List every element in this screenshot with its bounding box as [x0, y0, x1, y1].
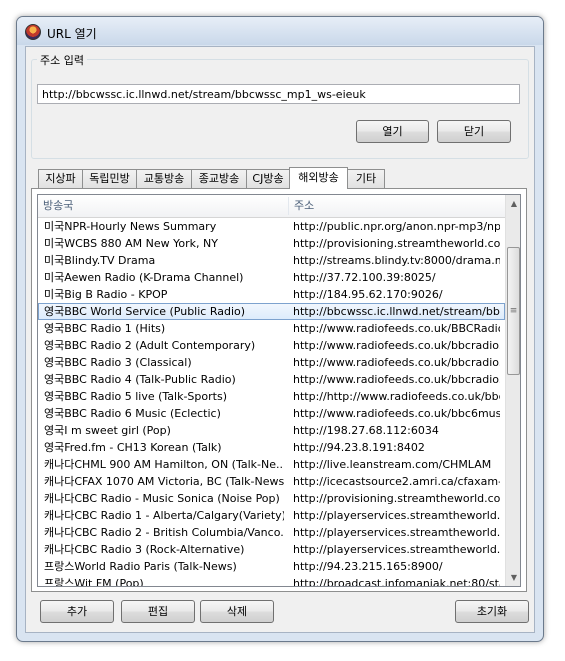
station-url: http://http://www.radiofeeds.co.uk/bbc..…: [293, 390, 500, 403]
column-header-station[interactable]: 방송국: [38, 195, 288, 217]
list-item[interactable]: 캐나다CBC Radio - Music Sonica (Noise Pop) h…: [38, 490, 505, 507]
edit-button[interactable]: 편집: [121, 600, 195, 623]
station-list[interactable]: 방송국 주소 미국NPR-Hourly News Summary http://p…: [37, 194, 521, 587]
window-title: URL 열기: [47, 27, 97, 41]
list-item[interactable]: 미국Blindy.TV Drama http://streams.blindy.t…: [38, 252, 505, 269]
station-name: 영국BBC World Service (Public Radio): [44, 305, 246, 318]
station-url: http://184.95.62.170:9026/: [293, 288, 443, 301]
list-item[interactable]: 캐나다CBC Radio 2 - British Columbia/Vanco.…: [38, 524, 505, 541]
list-item[interactable]: 미국Aewen Radio (K-Drama Channel) http://37…: [38, 269, 505, 286]
station-name: 영국Fred.fm - CH13 Korean (Talk): [44, 441, 222, 454]
station-name: 미국WCBS 880 AM New York, NY: [44, 237, 218, 250]
station-name: 영국BBC Radio 4 (Talk-Public Radio): [44, 373, 236, 386]
close-button[interactable]: 닫기: [437, 120, 511, 143]
address-group-label: 주소 입력: [37, 52, 87, 68]
station-url: http://live.leanstream.com/CHMLAM: [293, 458, 492, 471]
list-item[interactable]: 영국BBC Radio 6 Music (Eclectic) http://www…: [38, 405, 505, 422]
list-rows: 미국NPR-Hourly News Summary http://public.n…: [38, 218, 505, 587]
url-input[interactable]: [37, 84, 520, 104]
list-item[interactable]: 영국BBC Radio 4 (Talk-Public Radio) http://…: [38, 371, 505, 388]
tab-independent[interactable]: 독립민방: [82, 169, 137, 188]
list-item[interactable]: 영국BBC Radio 3 (Classical) http://www.radi…: [38, 354, 505, 371]
list-item[interactable]: 캐나다CHML 900 AM Hamilton, ON (Talk-Ne... h…: [38, 456, 505, 473]
station-url: http://94.23.8.191:8402: [293, 441, 425, 454]
station-name: 프랑스World Radio Paris (Talk-News): [44, 560, 237, 573]
tab-cj[interactable]: CJ방송: [246, 169, 290, 188]
tab-terrestrial[interactable]: 지상파: [38, 169, 83, 188]
station-name: 캐나다CFAX 1070 AM Victoria, BC (Talk-News): [44, 475, 284, 488]
list-item[interactable]: 영국BBC Radio 1 (Hits) http://www.radiofeed…: [38, 320, 505, 337]
station-url: http://37.72.100.39:8025/: [293, 271, 436, 284]
tab-traffic[interactable]: 교통방송: [136, 169, 192, 188]
list-item[interactable]: 미국NPR-Hourly News Summary http://public.n…: [38, 218, 505, 235]
station-name: 미국Aewen Radio (K-Drama Channel): [44, 271, 244, 284]
list-item[interactable]: 캐나다CBC Radio 3 (Rock-Alternative) http://…: [38, 541, 505, 558]
reset-button[interactable]: 초기화: [455, 600, 529, 623]
station-name: 영국BBC Radio 2 (Adult Contemporary): [44, 339, 256, 352]
station-name: 영국BBC Radio 1 (Hits): [44, 322, 166, 335]
list-item[interactable]: 캐나다CBC Radio 1 - Alberta/Calgary(Variety…: [38, 507, 505, 524]
station-url: http://www.radiofeeds.co.uk/bbcradio...: [293, 356, 500, 369]
station-name: 캐나다CBC Radio - Music Sonica (Noise Pop): [44, 492, 280, 505]
station-name: 영국BBC Radio 6 Music (Eclectic): [44, 407, 221, 420]
station-name: 영국BBC Radio 3 (Classical): [44, 356, 192, 369]
station-url: http://playerservices.streamtheworld.c..…: [293, 509, 500, 522]
list-item[interactable]: 미국Big B Radio - KPOP http://184.95.62.170…: [38, 286, 505, 303]
station-name: 캐나다CBC Radio 1 - Alberta/Calgary(Variety…: [44, 509, 284, 522]
station-url: http://bbcwssc.ic.llnwd.net/stream/bbc..…: [293, 305, 500, 318]
station-url: http://streams.blindy.tv:8000/drama.m...: [293, 254, 500, 267]
station-url: http://provisioning.streamtheworld.co...: [293, 492, 500, 505]
address-group: 주소 입력 열기 닫기: [31, 52, 529, 159]
station-url: http://provisioning.streamtheworld.co...: [293, 237, 500, 250]
tab-overseas[interactable]: 해외방송: [289, 167, 348, 189]
list-item[interactable]: 프랑스Wit FM (Pop) http://broadcast.infomani…: [38, 575, 505, 587]
station-url: http://www.radiofeeds.co.uk/BBCRadio...: [293, 322, 500, 335]
scroll-thumb[interactable]: ≡: [507, 247, 520, 375]
list-item[interactable]: 영국Fred.fm - CH13 Korean (Talk) http://94.…: [38, 439, 505, 456]
station-url: http://www.radiofeeds.co.uk/bbcradio...: [293, 373, 500, 386]
tab-religious[interactable]: 종교방송: [191, 169, 247, 188]
station-url: http://playerservices.streamtheworld.c..…: [293, 526, 500, 539]
station-url: http://94.23.215.165:8900/: [293, 560, 443, 573]
dialog-client-area: 주소 입력 열기 닫기 지상파 독립민방 교통방송 종교방송 CJ방송 해외방송…: [25, 46, 535, 633]
list-item[interactable]: 영국BBC Radio 2 (Adult Contemporary) http:/…: [38, 337, 505, 354]
url-open-dialog: URL 열기 주소 입력 열기 닫기 지상파 독립민방 교통방송 종교방송 CJ…: [16, 16, 544, 642]
station-name: 캐나다CHML 900 AM Hamilton, ON (Talk-Ne...: [44, 458, 284, 471]
list-item[interactable]: 미국WCBS 880 AM New York, NY http://provisi…: [38, 235, 505, 252]
vertical-scrollbar[interactable]: ▲ ≡ ▼: [505, 195, 520, 586]
list-item[interactable]: 영국BBC World Service (Public Radio) http:/…: [38, 303, 505, 320]
station-name: 미국Big B Radio - KPOP: [44, 288, 168, 301]
tab-other[interactable]: 기타: [347, 169, 385, 188]
station-name: 캐나다CBC Radio 3 (Rock-Alternative): [44, 543, 245, 556]
station-url: http://playerservices.streamtheworld.c..…: [293, 543, 500, 556]
open-button[interactable]: 열기: [356, 120, 429, 143]
station-name: 프랑스Wit FM (Pop): [44, 577, 144, 587]
list-item[interactable]: 캐나다CFAX 1070 AM Victoria, BC (Talk-News)…: [38, 473, 505, 490]
station-name: 미국Blindy.TV Drama: [44, 254, 156, 267]
add-button[interactable]: 추가: [40, 600, 114, 623]
station-name: 영국I m sweet girl (Pop): [44, 424, 171, 437]
list-item[interactable]: 영국BBC Radio 5 live (Talk-Sports) http://h…: [38, 388, 505, 405]
scroll-down-arrow-icon[interactable]: ▼: [506, 569, 520, 586]
list-item[interactable]: 영국I m sweet girl (Pop) http://198.27.68.1…: [38, 422, 505, 439]
delete-button[interactable]: 삭제: [200, 600, 274, 623]
app-icon: [25, 24, 41, 40]
station-name: 영국BBC Radio 5 live (Talk-Sports): [44, 390, 227, 403]
station-url: http://198.27.68.112:6034: [293, 424, 439, 437]
list-header: 방송국 주소: [38, 195, 505, 218]
overseas-tab-panel: 방송국 주소 미국NPR-Hourly News Summary http://p…: [31, 188, 527, 592]
station-url: http://icecastsource2.amri.ca/cfaxam-...: [293, 475, 500, 488]
title-bar[interactable]: URL 열기: [17, 17, 543, 45]
scroll-up-arrow-icon[interactable]: ▲: [506, 195, 520, 212]
station-url: http://broadcast.infomaniak.net:80/sta..…: [293, 577, 500, 587]
list-item[interactable]: 프랑스World Radio Paris (Talk-News) http://9…: [38, 558, 505, 575]
station-url: http://www.radiofeeds.co.uk/bbcradio...: [293, 339, 500, 352]
station-url: http://public.npr.org/anon.npr-mp3/np...: [293, 220, 500, 233]
station-url: http://www.radiofeeds.co.uk/bbc6musi...: [293, 407, 500, 420]
station-name: 미국NPR-Hourly News Summary: [44, 220, 217, 233]
station-name: 캐나다CBC Radio 2 - British Columbia/Vanco.…: [44, 526, 284, 539]
column-header-url[interactable]: 주소: [289, 195, 505, 217]
